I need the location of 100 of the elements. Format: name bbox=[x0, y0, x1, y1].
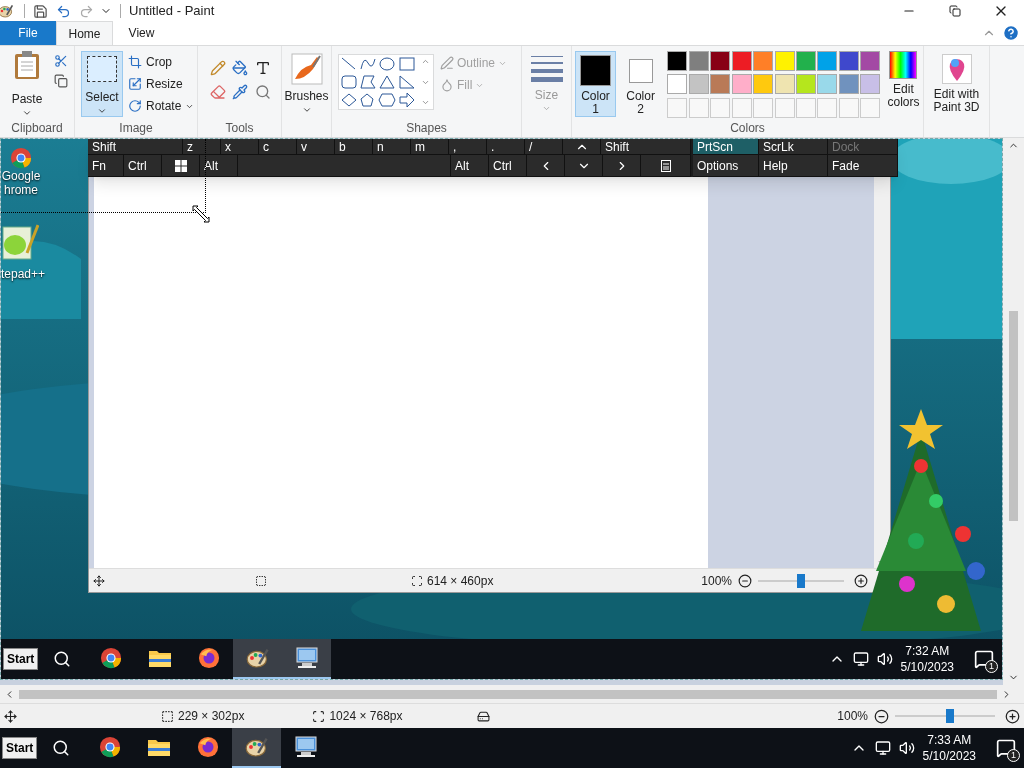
paint-3d-button[interactable]: Edit with Paint 3D bbox=[924, 46, 990, 137]
palette-swatch[interactable] bbox=[774, 74, 795, 95]
palette-swatch[interactable] bbox=[774, 51, 795, 71]
edit-colors-button[interactable]: Edit colors bbox=[883, 51, 923, 119]
keyboard-key[interactable]: Options bbox=[693, 155, 759, 177]
fill-bucket-icon[interactable] bbox=[232, 60, 249, 76]
brushes-button[interactable]: Brushes bbox=[284, 46, 329, 115]
resize-button[interactable]: Resize bbox=[128, 75, 195, 93]
taskbar-app[interactable] bbox=[282, 639, 332, 679]
palette-swatch[interactable] bbox=[817, 51, 838, 71]
keyboard-key[interactable]: Shift bbox=[601, 139, 691, 155]
redo-icon[interactable] bbox=[79, 3, 94, 19]
palette-swatch[interactable] bbox=[731, 74, 752, 95]
start-button[interactable]: Start bbox=[2, 737, 38, 759]
keyboard-key[interactable]: z bbox=[183, 139, 221, 155]
keyboard-key[interactable]: Help bbox=[759, 155, 828, 177]
palette-swatch[interactable] bbox=[710, 51, 731, 71]
keyboard-key[interactable]: / bbox=[525, 139, 563, 155]
palette-swatch[interactable] bbox=[688, 74, 709, 95]
zoom-in-icon[interactable] bbox=[854, 573, 868, 588]
cut-icon[interactable] bbox=[54, 54, 68, 68]
pencil-icon[interactable] bbox=[210, 60, 226, 76]
file-tab[interactable]: File bbox=[0, 21, 56, 45]
vertical-scrollbar[interactable] bbox=[1003, 138, 1024, 685]
taskbar-app[interactable] bbox=[232, 728, 282, 768]
magnifier-icon[interactable] bbox=[254, 84, 271, 100]
palette-swatch[interactable] bbox=[753, 74, 774, 95]
keyboard-key[interactable]: , bbox=[449, 139, 487, 155]
palette-swatch[interactable] bbox=[753, 51, 774, 71]
network-icon[interactable] bbox=[874, 740, 891, 756]
search-icon[interactable] bbox=[53, 650, 72, 668]
slider-thumb[interactable] bbox=[945, 709, 954, 723]
notepad-plus-plus-icon[interactable] bbox=[1, 223, 39, 263]
palette-swatch[interactable] bbox=[667, 74, 688, 95]
desktop-icon-label[interactable]: tepad++ bbox=[1, 267, 46, 281]
scroll-up-icon[interactable] bbox=[421, 57, 430, 66]
palette-swatch[interactable] bbox=[796, 74, 816, 95]
palette-swatch[interactable] bbox=[860, 51, 881, 71]
zoom-in-icon[interactable] bbox=[1005, 708, 1020, 724]
volume-icon[interactable] bbox=[876, 651, 893, 667]
save-icon[interactable] bbox=[33, 3, 48, 19]
zoom-slider[interactable] bbox=[895, 709, 995, 723]
palette-swatch[interactable] bbox=[731, 51, 752, 71]
keyboard-key[interactable]: PrtScn bbox=[693, 139, 759, 155]
palette-swatch[interactable] bbox=[817, 74, 838, 95]
keyboard-key[interactable]: v bbox=[297, 139, 335, 155]
palette-swatch[interactable] bbox=[796, 51, 816, 71]
ribbon-tab[interactable]: Home bbox=[56, 21, 113, 45]
keyboard-key[interactable]: n bbox=[373, 139, 411, 155]
palette-swatch[interactable] bbox=[838, 51, 859, 71]
zoom-slider[interactable] bbox=[758, 573, 844, 588]
ribbon-tab[interactable]: View bbox=[113, 21, 170, 45]
zoom-out-icon[interactable] bbox=[738, 573, 752, 588]
palette-swatch[interactable] bbox=[667, 51, 688, 71]
notifications-button[interactable]: 1 bbox=[988, 733, 1024, 763]
copy-icon[interactable] bbox=[54, 74, 68, 88]
color-slot-button[interactable]: Color 1 bbox=[575, 51, 617, 117]
keyboard-key[interactable]: Ctrl bbox=[124, 155, 162, 177]
color-slot-button[interactable]: Color 2 bbox=[620, 51, 662, 117]
keyboard-key[interactable]: Fn bbox=[88, 155, 124, 177]
crop-button[interactable]: Crop bbox=[128, 53, 195, 71]
expand-icon[interactable] bbox=[421, 98, 430, 107]
horizontal-scrollbar[interactable] bbox=[0, 685, 1024, 703]
desktop-icon-label[interactable]: Google bbox=[1, 169, 41, 183]
eraser-icon[interactable] bbox=[210, 84, 226, 100]
keyboard-key[interactable]: b bbox=[335, 139, 373, 155]
text-tool-icon[interactable] bbox=[254, 60, 271, 76]
desktop-icon-label[interactable]: hrome bbox=[4, 183, 38, 197]
network-icon[interactable] bbox=[852, 651, 869, 667]
keyboard-key[interactable]: Alt bbox=[200, 155, 238, 177]
keyboard-key[interactable]: x bbox=[221, 139, 259, 155]
help-icon[interactable] bbox=[1002, 24, 1020, 42]
keyboard-key[interactable]: . bbox=[487, 139, 525, 155]
palette-swatch[interactable] bbox=[838, 74, 859, 95]
keyboard-key[interactable]: c bbox=[259, 139, 297, 155]
scrollbar-thumb[interactable] bbox=[1009, 311, 1018, 521]
taskbar-app[interactable] bbox=[233, 639, 283, 679]
keyboard-key[interactable] bbox=[162, 155, 200, 177]
keyboard-key[interactable]: ScrLk bbox=[759, 139, 828, 155]
search-icon[interactable] bbox=[52, 739, 71, 757]
color-picker-icon[interactable] bbox=[232, 84, 249, 100]
palette-swatch[interactable] bbox=[860, 74, 881, 95]
volume-icon[interactable] bbox=[898, 740, 915, 756]
start-button[interactable]: Start bbox=[3, 648, 39, 670]
rotate-button[interactable]: Rotate bbox=[128, 97, 195, 115]
keyboard-key[interactable]: Shift bbox=[88, 139, 183, 155]
keyboard-key[interactable]: Ctrl bbox=[489, 155, 527, 177]
palette-swatch[interactable] bbox=[688, 51, 709, 71]
keyboard-key[interactable] bbox=[641, 155, 691, 177]
keyboard-key[interactable]: m bbox=[411, 139, 449, 155]
zoom-out-icon[interactable] bbox=[874, 708, 889, 724]
slider-thumb[interactable] bbox=[797, 573, 805, 588]
undo-icon[interactable] bbox=[56, 3, 71, 19]
scrollbar-thumb[interactable] bbox=[19, 689, 997, 699]
keyboard-key[interactable]: Fade bbox=[828, 155, 898, 177]
keyboard-key[interactable] bbox=[563, 139, 601, 155]
select-button[interactable]: Select bbox=[81, 51, 123, 117]
shapes-gallery[interactable] bbox=[338, 54, 434, 110]
paste-button[interactable]: Paste bbox=[8, 50, 46, 119]
keyboard-key[interactable]: Alt bbox=[451, 155, 489, 177]
